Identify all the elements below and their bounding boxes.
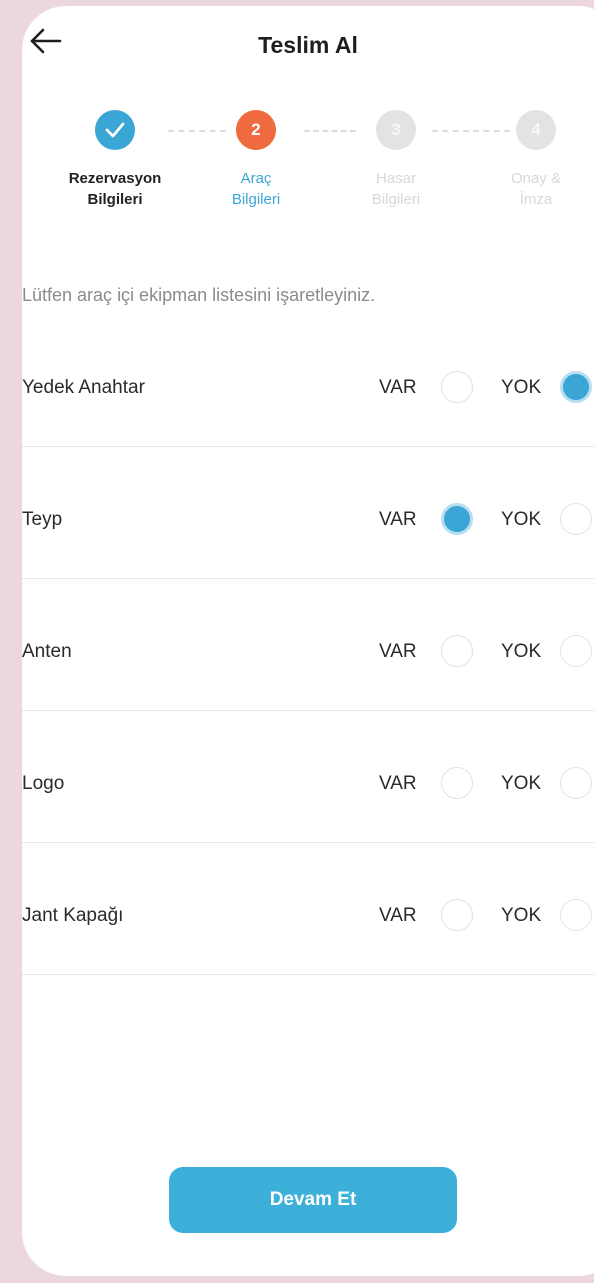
var-radio[interactable] <box>441 371 473 403</box>
item-label: Anten <box>22 641 72 662</box>
step-4-label: Onay & İmza <box>510 170 562 208</box>
step-4-indicator: 4 <box>516 110 556 150</box>
var-radio[interactable] <box>441 767 473 799</box>
item-label: Logo <box>22 773 65 794</box>
phone-screen: Teslim Al Rezervasyon Bilgileri 2 Araç B… <box>22 6 594 1276</box>
var-option-label: VAR <box>379 905 417 926</box>
list-item: Teyp VAR YOK <box>22 447 594 579</box>
step-connector <box>432 130 510 132</box>
step-1-indicator <box>95 110 135 150</box>
step-connector <box>168 130 226 132</box>
list-item: Jant Kapağı VAR YOK <box>22 843 594 975</box>
var-radio[interactable] <box>441 899 473 931</box>
var-option-label: VAR <box>379 509 417 530</box>
yok-radio[interactable] <box>560 635 592 667</box>
yok-option-label: YOK <box>501 905 542 926</box>
list-item: Anten VAR YOK <box>22 579 594 711</box>
yok-radio[interactable] <box>560 767 592 799</box>
step-connector <box>304 130 356 132</box>
yok-option-label: YOK <box>501 773 542 794</box>
step-2-indicator: 2 <box>236 110 276 150</box>
step-1-label: Rezervasyon Bilgileri <box>68 170 162 208</box>
step-2-label: Araç Bilgileri <box>231 170 281 208</box>
list-item: Logo VAR YOK <box>22 711 594 843</box>
item-label: Yedek Anahtar <box>22 377 145 398</box>
equipment-list: Yedek Anahtar VAR YOK Teyp VAR YOK Anten… <box>22 315 594 975</box>
list-item: Yedek Anahtar VAR YOK <box>22 315 594 447</box>
var-radio[interactable] <box>441 635 473 667</box>
var-option-label: VAR <box>379 773 417 794</box>
var-option-label: VAR <box>379 377 417 398</box>
yok-radio[interactable] <box>560 371 592 403</box>
item-label: Jant Kapağı <box>22 905 124 926</box>
yok-radio[interactable] <box>560 899 592 931</box>
instruction-text: Lütfen araç içi ekipman listesini işaret… <box>22 285 376 305</box>
yok-option-label: YOK <box>501 641 542 662</box>
step-3-label: Hasar Bilgileri <box>371 170 421 208</box>
header: Teslim Al <box>22 6 594 86</box>
var-radio[interactable] <box>441 503 473 535</box>
var-option-label: VAR <box>379 641 417 662</box>
yok-radio[interactable] <box>560 503 592 535</box>
step-3-indicator: 3 <box>376 110 416 150</box>
continue-button[interactable]: Devam Et <box>169 1167 457 1233</box>
yok-option-label: YOK <box>501 509 542 530</box>
page-title: Teslim Al <box>258 32 358 58</box>
check-icon <box>105 122 125 138</box>
item-label: Teyp <box>22 509 63 530</box>
progress-stepper: Rezervasyon Bilgileri 2 Araç Bilgileri 3… <box>22 110 594 230</box>
yok-option-label: YOK <box>501 377 542 398</box>
